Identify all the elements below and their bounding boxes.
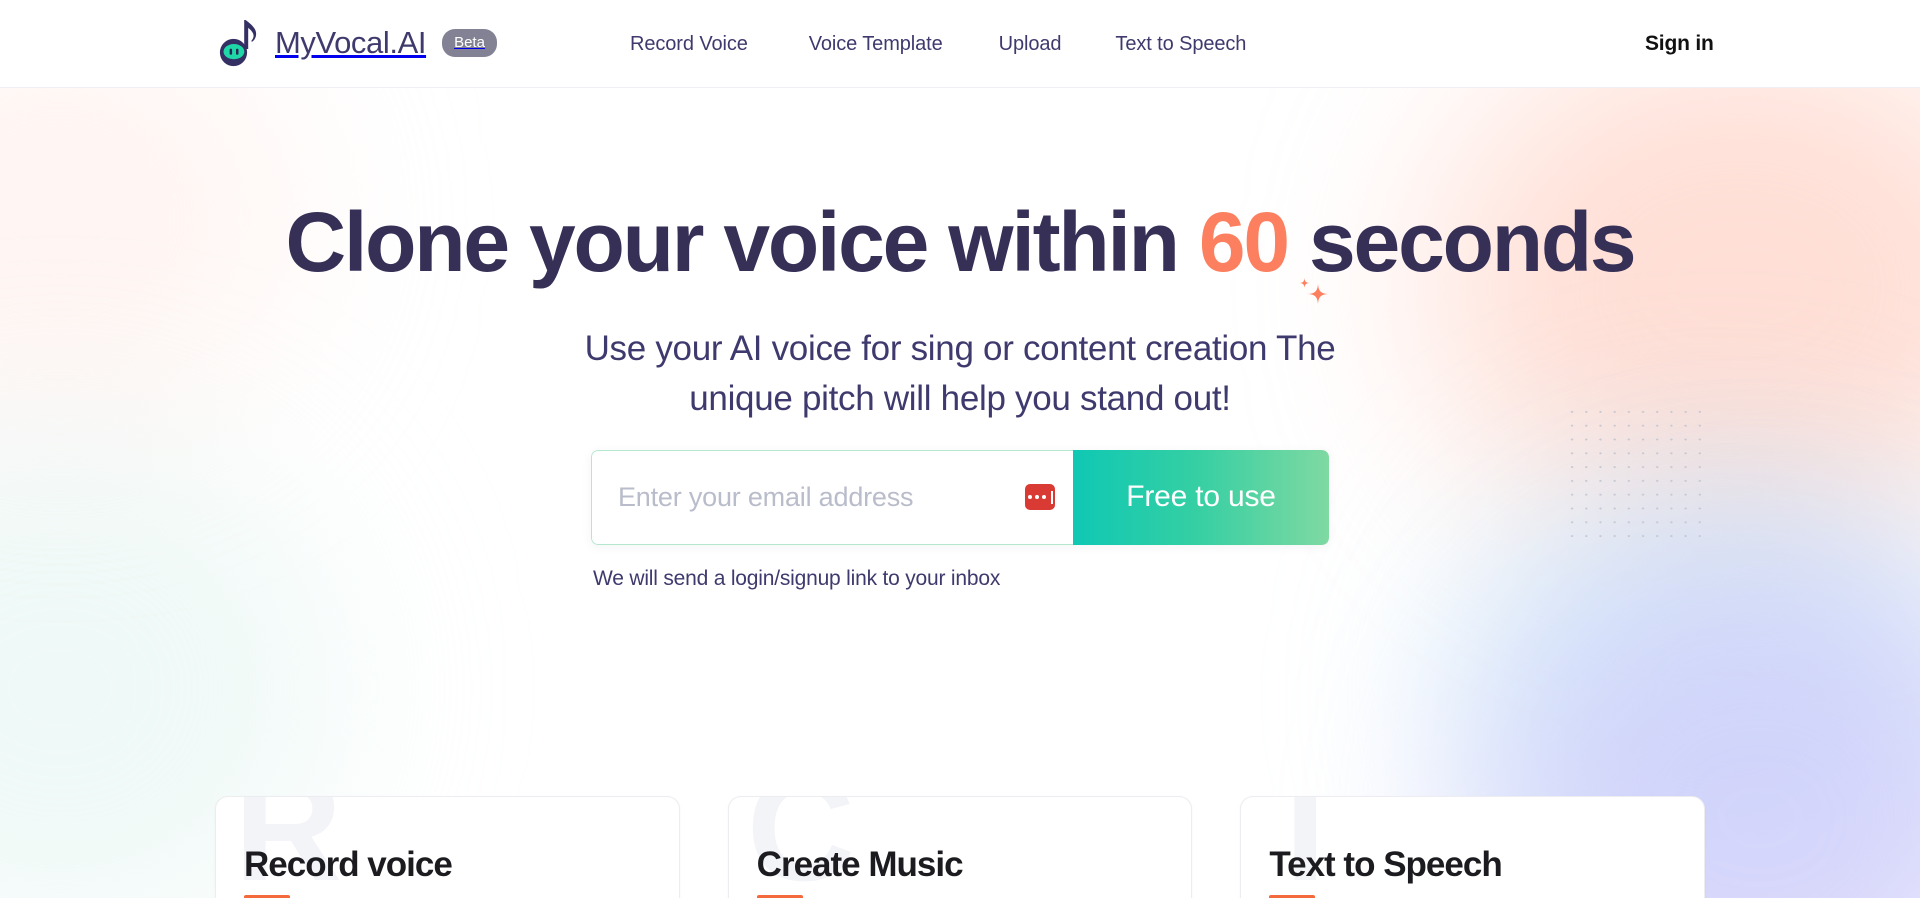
- card-record-voice[interactable]: R Record voice: [215, 796, 680, 898]
- page-title: Clone your voice within 60 seconds: [0, 198, 1920, 286]
- primary-navigation: Record Voice Voice Template Upload Text …: [630, 0, 1246, 88]
- nav-text-to-speech[interactable]: Text to Speech: [1115, 33, 1246, 56]
- email-capture-form: Free to use: [591, 449, 1329, 545]
- nav-upload[interactable]: Upload: [999, 33, 1062, 56]
- card-title: Record voice: [244, 845, 453, 884]
- card-text-to-speech[interactable]: T Text to Speech: [1240, 796, 1706, 898]
- headline-accent-60: 60: [1198, 195, 1290, 289]
- feature-cards: R Record voice C Create Music T Text to …: [215, 796, 1706, 898]
- beta-badge: Beta: [442, 29, 497, 57]
- landing-page: MyVocal.AI Beta Record Voice Voice Templ…: [0, 0, 1920, 898]
- headline-part-before: Clone your voice within: [285, 195, 1199, 289]
- free-to-use-button[interactable]: Free to use: [1073, 449, 1329, 545]
- site-header: MyVocal.AI Beta Record Voice Voice Templ…: [0, 0, 1920, 88]
- signin-area: Sign in: [1645, 0, 1920, 88]
- hero-subtitle: Use your AI voice for sing or content cr…: [584, 329, 1336, 418]
- music-note-mascot-icon: [219, 20, 257, 67]
- card-title: Text to Speech: [1269, 845, 1502, 884]
- password-manager-icon[interactable]: [1025, 484, 1055, 511]
- email-input-wrapper: [591, 449, 1073, 545]
- nav-voice-template[interactable]: Voice Template: [809, 33, 943, 56]
- email-input[interactable]: [592, 450, 1073, 544]
- brand-name: MyVocal.AI: [275, 25, 427, 60]
- card-create-music[interactable]: C Create Music: [727, 796, 1193, 898]
- email-helper-text: We will send a login/signup link to your…: [593, 566, 1001, 590]
- headline-part-after: seconds: [1287, 195, 1637, 289]
- sign-in-link[interactable]: Sign in: [1645, 32, 1714, 56]
- hero-section: Clone your voice within 60 seconds Use y…: [0, 88, 1920, 788]
- brand-logo-link[interactable]: MyVocal.AI Beta: [218, 12, 497, 74]
- nav-record-voice[interactable]: Record Voice: [630, 33, 748, 56]
- card-title: Create Music: [756, 845, 964, 884]
